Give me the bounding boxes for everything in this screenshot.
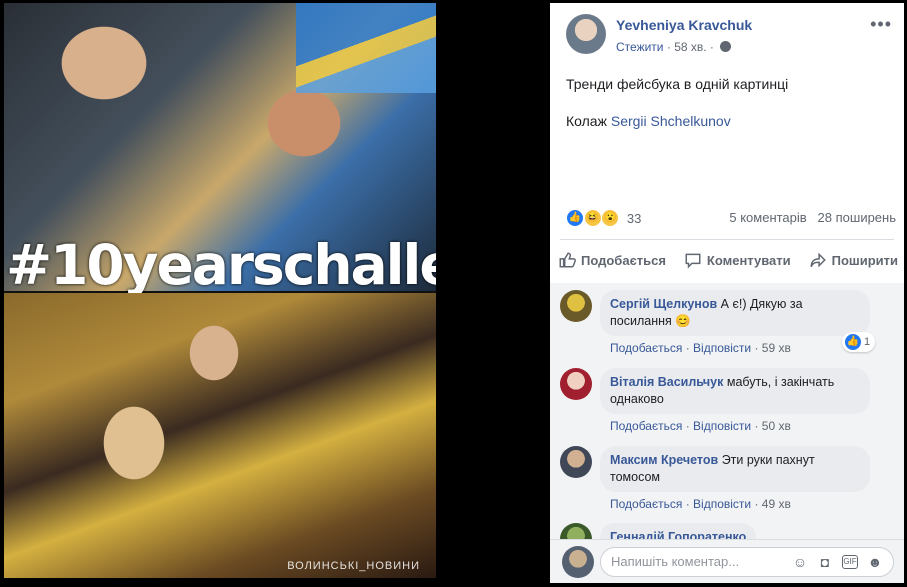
emoji-icon[interactable]: ☺ (792, 554, 808, 570)
bottom-photo: ВОЛИНСЬКІ_НОВИНИ (4, 293, 436, 578)
sticker-icon[interactable]: ☻ (867, 554, 883, 570)
hashtag-overlay: #10yearschallenge (6, 233, 436, 297)
gif-icon[interactable]: GIF (842, 555, 858, 569)
comment-actions: Подобається · Відповісти · 50 хв (610, 419, 791, 433)
haha-reaction-icon: 😆 (583, 209, 602, 227)
like-reaction-icon: 👍 (844, 333, 862, 351)
flags-decoration (296, 3, 436, 93)
comment-time[interactable]: 50 хв (762, 419, 791, 433)
composer-icons: ☺ ◘ GIF ☻ (792, 548, 883, 576)
post-counts: 5 коментарів 28 поширень (729, 210, 896, 225)
more-options-icon[interactable]: ••• (870, 14, 892, 35)
post-photo[interactable]: #10yearschallenge ВОЛИНСЬКІ_НОВИНИ (0, 0, 548, 587)
commenter-name[interactable]: Віталія Васильчук (610, 375, 723, 389)
post-header: Yevheniya Kravchuk Стежити · 58 хв. · ••… (566, 14, 896, 58)
post-text: Тренди фейсбука в одній картинці (566, 76, 789, 92)
comments-count[interactable]: 5 коментарів (729, 210, 806, 225)
comment-composer: Напишіть коментар... ☺ ◘ GIF ☻ (550, 539, 904, 583)
post-panel: Yevheniya Kravchuk Стежити · 58 хв. · ••… (550, 3, 904, 583)
comment-reply-link[interactable]: Відповісти (693, 419, 751, 433)
comment-time[interactable]: 59 хв (762, 341, 791, 355)
camera-icon[interactable]: ◘ (817, 554, 833, 570)
comment-icon (685, 253, 701, 269)
comment-bubble: Віталія Васильчук мабуть, і закінчать од… (600, 368, 870, 414)
comment-reply-link[interactable]: Відповісти (693, 341, 751, 355)
post-time[interactable]: 58 хв. (674, 40, 706, 54)
post-meta: Стежити · 58 хв. · (616, 40, 732, 54)
comment-input[interactable]: Напишіть коментар... ☺ ◘ GIF ☻ (600, 547, 894, 577)
comment-like-link[interactable]: Подобається (610, 419, 682, 433)
commenter-avatar[interactable] (560, 446, 592, 478)
comment-button[interactable]: Коментувати (684, 247, 791, 273)
thumbs-up-icon (559, 252, 576, 268)
follow-link[interactable]: Стежити (616, 40, 664, 54)
comment-time[interactable]: 49 хв (762, 497, 791, 511)
comment-like-badge[interactable]: 👍 1 (842, 332, 876, 352)
comment-bubble: Максим Кречетов Эти руки пахнут томосом (600, 446, 870, 492)
shares-count[interactable]: 28 поширень (818, 210, 896, 225)
reactions-summary[interactable]: 👍 😆 😮 33 (566, 209, 641, 229)
comment-like-link[interactable]: Подобається (610, 341, 682, 355)
credit-prefix: Колаж (566, 113, 607, 129)
wow-reaction-icon: 😮 (601, 209, 620, 227)
comments-section: Сергій Щелкунов А є!) Дякую за посилання… (550, 283, 904, 543)
share-icon (810, 252, 826, 268)
comment-actions: Подобається · Відповісти · 59 хв (610, 341, 791, 355)
comment-bubble: Сергій Щелкунов А є!) Дякую за посилання… (600, 290, 870, 336)
reaction-count: 33 (626, 210, 642, 226)
like-reaction-icon: 👍 (566, 209, 584, 227)
post-actions: Подобається Коментувати Поширити (558, 247, 898, 273)
comment-actions: Подобається · Відповісти · 49 хв (610, 497, 791, 511)
commenter-name[interactable]: Максим Кречетов (610, 453, 718, 467)
watermark: ВОЛИНСЬКІ_НОВИНИ (287, 560, 420, 572)
post-credit: Колаж Sergii Shchelkunov (566, 113, 731, 129)
credit-name-link[interactable]: Sergii Shchelkunov (611, 113, 731, 129)
commenter-name[interactable]: Сергій Щелкунов (610, 297, 717, 311)
author-avatar[interactable] (566, 14, 606, 54)
share-button[interactable]: Поширити (809, 247, 898, 273)
globe-icon (720, 41, 732, 52)
comment-reply-link[interactable]: Відповісти (693, 497, 751, 511)
current-user-avatar (562, 546, 594, 578)
divider (560, 239, 894, 240)
collage-image[interactable]: #10yearschallenge ВОЛИНСЬКІ_НОВИНИ (4, 3, 436, 578)
commenter-avatar[interactable] (560, 290, 592, 322)
commenter-avatar[interactable] (560, 368, 592, 400)
comment-placeholder: Напишіть коментар... (611, 554, 740, 569)
comment-like-link[interactable]: Подобається (610, 497, 682, 511)
author-name[interactable]: Yevheniya Kravchuk (616, 17, 752, 33)
like-button[interactable]: Подобається (558, 247, 666, 273)
